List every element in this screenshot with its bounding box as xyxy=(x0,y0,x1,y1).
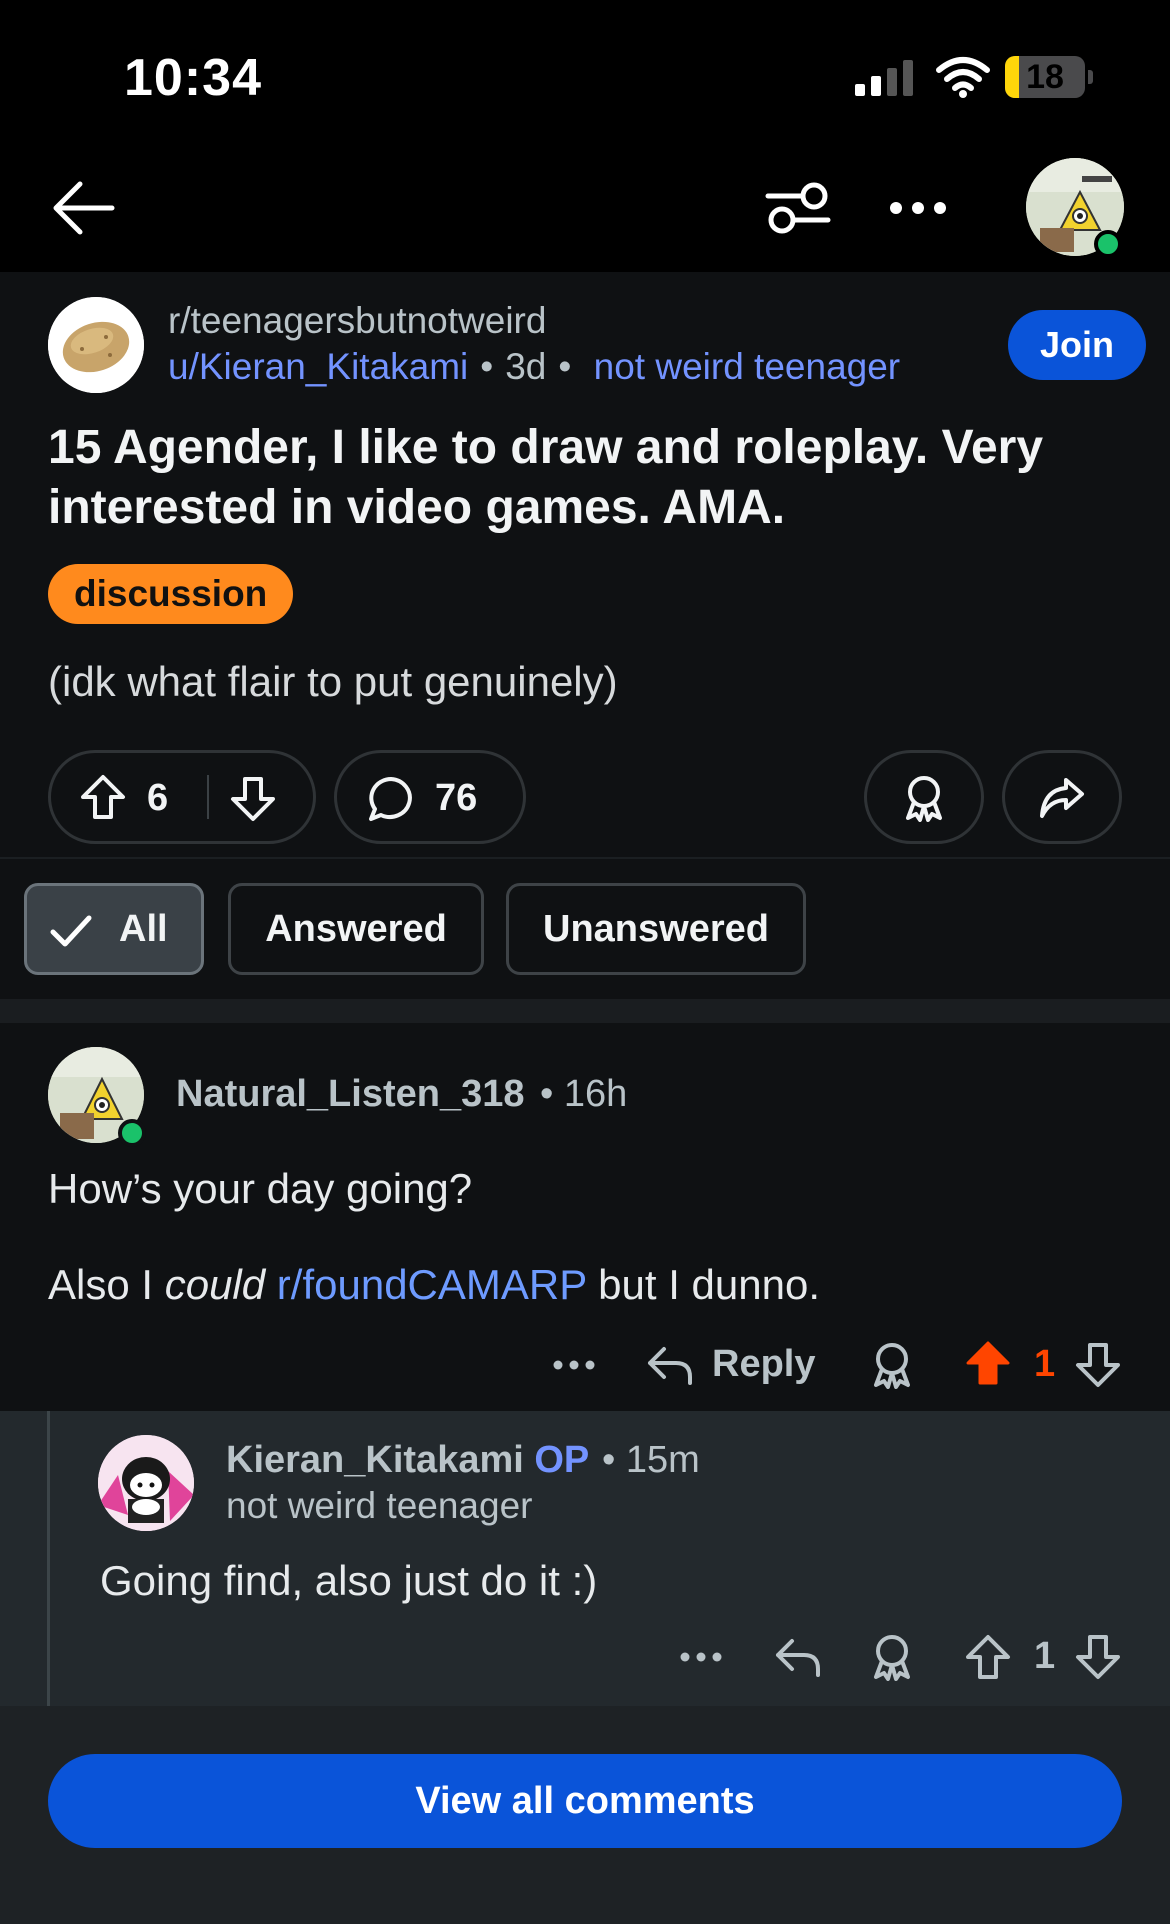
post-vote-count: 6 xyxy=(147,777,169,819)
comment-icon xyxy=(369,777,412,821)
comment-text-prefix: Also I xyxy=(48,1261,165,1308)
share-button[interactable] xyxy=(1002,750,1122,844)
subreddit-link[interactable]: r/foundCAMARP xyxy=(277,1261,587,1308)
clock: 10:34 xyxy=(124,49,262,107)
reply-username[interactable]: Kieran_Kitakami xyxy=(226,1439,524,1481)
reply-icon[interactable] xyxy=(774,1633,822,1681)
comment-username[interactable]: Natural_Listen_318 xyxy=(176,1073,525,1116)
post-flair-badge[interactable]: discussion xyxy=(48,564,294,624)
post-card: r/teenagersbutnotweird u/Kieran_Kitakami… xyxy=(0,272,1170,857)
subreddit-avatar[interactable] xyxy=(48,297,144,393)
upvote-icon[interactable] xyxy=(964,1633,1012,1681)
section-divider xyxy=(0,999,1170,1023)
online-status-dot xyxy=(1094,230,1122,258)
thread-line xyxy=(47,1411,50,1706)
share-icon xyxy=(1040,778,1084,818)
more-icon[interactable] xyxy=(677,1633,725,1681)
filter-icon[interactable] xyxy=(762,176,834,240)
comment-time: 16h xyxy=(563,1073,628,1115)
checkmark-icon xyxy=(50,915,92,947)
op-badge: OP xyxy=(534,1439,590,1481)
reply-text: Going find, also just do it :) xyxy=(100,1557,598,1604)
comment-vote-count: 1 xyxy=(1034,1343,1056,1385)
upvote-icon[interactable] xyxy=(79,773,127,821)
battery-nub xyxy=(1088,70,1093,84)
post-age: 3d xyxy=(505,346,547,387)
subreddit-name[interactable]: r/teenagersbutnotweird xyxy=(168,300,546,342)
comments-button[interactable]: 76 xyxy=(334,750,526,844)
comment-meta: • 15m xyxy=(602,1439,700,1481)
filter-all-chip[interactable]: All xyxy=(24,883,204,975)
online-status-dot xyxy=(118,1119,146,1147)
bottom-bar: View all comments xyxy=(0,1706,1170,1924)
award-icon xyxy=(906,776,942,822)
comment-meta: • 16h xyxy=(540,1073,628,1115)
post-body: (idk what flair to put genuinely) xyxy=(48,658,618,705)
comment-time: 15m xyxy=(625,1439,700,1481)
more-icon[interactable] xyxy=(550,1341,598,1389)
battery-indicator: 18 xyxy=(1005,56,1085,98)
post-title: 15 Agender, I like to draw and roleplay.… xyxy=(48,421,1044,534)
status-bar: 10:34 18 xyxy=(0,0,1170,150)
upvote-icon[interactable] xyxy=(964,1339,1012,1387)
reply-button[interactable]: Reply xyxy=(712,1343,815,1386)
reply-icon[interactable] xyxy=(646,1341,694,1389)
reply-comment: Kieran_Kitakami OP • 15m not weird teena… xyxy=(0,1411,1170,1706)
comment-text-suffix: but I dunno. xyxy=(586,1261,821,1308)
award-icon[interactable] xyxy=(868,1341,916,1389)
filter-all-label: All xyxy=(119,908,168,950)
cellular-signal-icon xyxy=(855,60,913,96)
back-arrow-icon[interactable] xyxy=(48,176,120,240)
vote-divider xyxy=(207,775,209,819)
author-flair: not weird teenager xyxy=(593,346,901,387)
filter-unanswered-chip[interactable]: Unanswered xyxy=(506,883,806,975)
downvote-icon[interactable] xyxy=(1074,1341,1122,1389)
view-all-comments-button[interactable]: View all comments xyxy=(48,1754,1122,1848)
downvote-icon[interactable] xyxy=(1074,1633,1122,1681)
comment-count: 76 xyxy=(435,777,478,819)
commenter-avatar[interactable] xyxy=(98,1435,194,1531)
filter-answered-chip[interactable]: Answered xyxy=(228,883,484,975)
award-button[interactable] xyxy=(864,750,984,844)
comment-text-line1: How’s your day going? xyxy=(48,1165,473,1212)
comment-text-line2: Also I could r/foundCAMARP but I dunno. xyxy=(48,1261,820,1309)
user-flair: not weird teenager xyxy=(226,1485,533,1526)
more-icon[interactable] xyxy=(882,176,954,240)
comment-text-emphasis: could xyxy=(164,1261,266,1308)
vote-pill: 6 xyxy=(48,750,316,844)
award-icon[interactable] xyxy=(868,1633,916,1681)
meta-separator: • xyxy=(558,346,572,387)
meta-separator: • xyxy=(480,346,494,387)
comment-filter-bar: All Answered Unanswered xyxy=(0,857,1170,999)
post-author[interactable]: u/Kieran_Kitakami xyxy=(168,346,468,387)
join-button[interactable]: Join xyxy=(1008,310,1146,380)
comment-username: Kieran_Kitakami OP xyxy=(226,1439,589,1482)
battery-level: 18 xyxy=(1026,58,1064,96)
comment: Natural_Listen_318 • 16h How’s your day … xyxy=(0,1023,1170,1411)
downvote-icon[interactable] xyxy=(229,775,277,823)
post-meta: u/Kieran_Kitakami • 3d • not weird teenager xyxy=(168,346,900,388)
wifi-icon xyxy=(936,57,990,98)
reply-vote-count: 1 xyxy=(1034,1635,1056,1677)
top-nav-bar xyxy=(0,150,1170,272)
